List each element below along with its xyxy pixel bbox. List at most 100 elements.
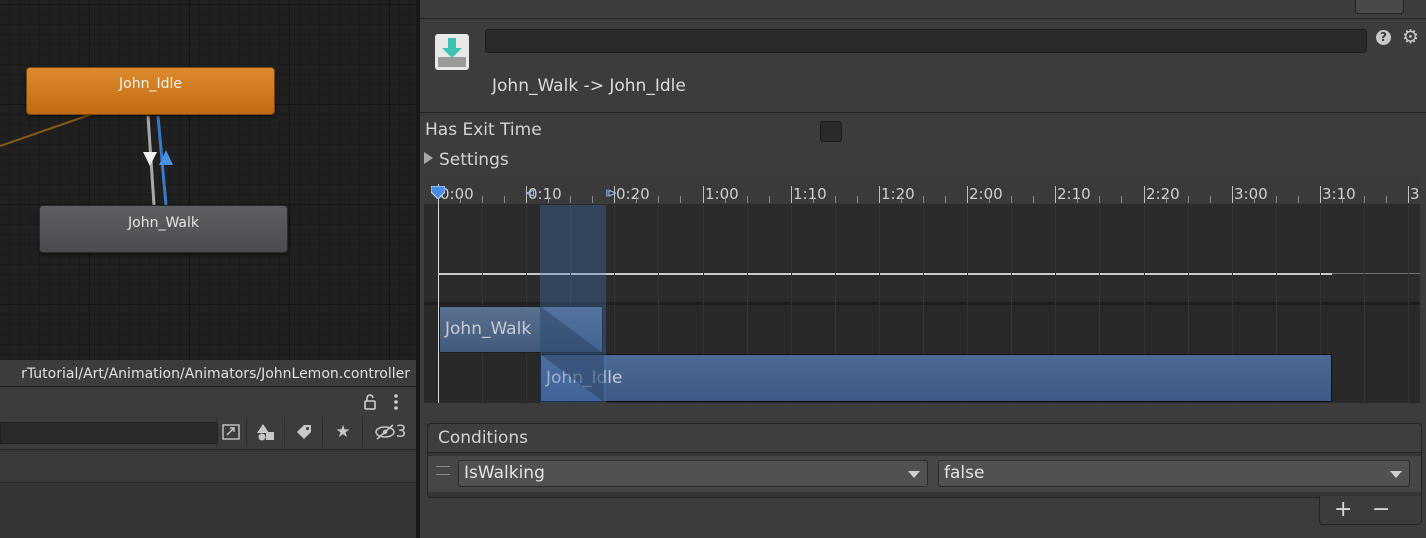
ruler-minor-tick bbox=[1342, 196, 1343, 203]
hierarchy-panel: ★ 3 bbox=[0, 387, 416, 538]
timeline-grid-line bbox=[526, 205, 527, 403]
chevron-down-icon bbox=[908, 471, 920, 478]
condition-parameter-dropdown[interactable]: IsWalking bbox=[458, 460, 928, 487]
transition-start-marker[interactable]: ⧏ bbox=[525, 186, 537, 200]
ruler-minor-tick bbox=[1298, 196, 1299, 203]
inspector-topbar bbox=[420, 0, 1426, 19]
divider bbox=[420, 112, 1426, 113]
ruler-tick-label: 1:20 bbox=[881, 185, 915, 203]
has-exit-time-label: Has Exit Time bbox=[425, 120, 542, 140]
ruler-minor-tick bbox=[1166, 196, 1167, 203]
condition-row[interactable]: IsWalking false bbox=[428, 456, 1421, 492]
ruler-minor-tick bbox=[1011, 196, 1012, 203]
ruler-major-tick bbox=[1232, 186, 1233, 203]
controller-path: rTutorial/Art/Animation/Animators/JohnLe… bbox=[0, 360, 416, 387]
transition-timeline[interactable]: John_Walk John_Idle 0:000:100:201:001:10… bbox=[424, 178, 1420, 403]
scene-link-icon[interactable] bbox=[216, 417, 245, 447]
ruler-minor-tick bbox=[923, 196, 924, 203]
inspector-top-button[interactable] bbox=[1355, 0, 1404, 14]
ruler-major-tick bbox=[1320, 186, 1321, 203]
transition-icon bbox=[435, 34, 469, 70]
gear-icon[interactable]: ⚙ bbox=[1402, 26, 1419, 48]
ruler-tick-label: 1:10 bbox=[793, 185, 827, 203]
ruler-minor-tick bbox=[725, 196, 726, 203]
condition-value-dropdown[interactable]: false bbox=[938, 460, 1410, 487]
transition-inspector: ? ⚙ John_Walk -> John_Idle Has Exit Time… bbox=[420, 0, 1426, 538]
clip-label: John_Walk bbox=[445, 319, 532, 339]
settings-foldout[interactable]: Settings bbox=[424, 150, 509, 170]
ruler-tick-label: 2:00 bbox=[969, 185, 1003, 203]
conditions-header: Conditions bbox=[428, 424, 1421, 453]
ruler-minor-tick bbox=[1099, 196, 1100, 203]
has-exit-time-checkbox[interactable] bbox=[820, 121, 842, 142]
ruler-major-tick bbox=[1055, 186, 1056, 203]
ruler-minor-tick bbox=[769, 196, 770, 203]
destination-clip-bar[interactable]: John_Idle bbox=[540, 354, 1332, 402]
ruler-minor-tick bbox=[504, 196, 505, 203]
ruler-minor-tick bbox=[570, 196, 571, 203]
dropdown-value: false bbox=[944, 463, 985, 483]
conditions-title: Conditions bbox=[438, 428, 528, 448]
ruler-tick-label: 0:00 bbox=[440, 185, 474, 203]
search-input[interactable] bbox=[0, 422, 218, 444]
ruler-tick-label: 1:00 bbox=[705, 185, 739, 203]
ruler-minor-tick bbox=[1121, 196, 1122, 203]
drag-handle-icon[interactable] bbox=[436, 466, 450, 475]
foldout-arrow-icon bbox=[424, 152, 433, 164]
panel-header bbox=[0, 387, 416, 417]
state-node-label: John_Walk bbox=[128, 215, 199, 231]
ruler-minor-tick bbox=[592, 196, 593, 203]
remove-condition-button[interactable]: − bbox=[1372, 497, 1390, 522]
ruler-minor-tick bbox=[1254, 196, 1255, 203]
chevron-down-icon bbox=[1390, 471, 1402, 478]
blend-curve-extension bbox=[1332, 273, 1420, 274]
ruler-tick-label: 0:20 bbox=[616, 185, 650, 203]
dropdown-value: IsWalking bbox=[464, 463, 545, 483]
ruler-major-tick bbox=[879, 186, 880, 203]
ruler-minor-tick bbox=[548, 196, 549, 203]
ruler-major-tick bbox=[1144, 186, 1145, 203]
transition-name-field[interactable] bbox=[485, 29, 1367, 53]
ruler-minor-tick bbox=[482, 196, 483, 203]
ruler-tick-label: 3: bbox=[1410, 185, 1420, 203]
transition-end-marker[interactable]: ⧐ bbox=[605, 186, 617, 200]
transition-arrows bbox=[0, 112, 173, 206]
playhead-line bbox=[438, 184, 439, 403]
star-icon[interactable]: ★ bbox=[322, 417, 363, 447]
timeline-ruler[interactable]: 0:00 0:10 0:20 1:00 1:10 1:20 2:00 2:10 2:20 3:00… bbox=[424, 178, 1420, 205]
ruler-major-tick bbox=[967, 186, 968, 203]
ruler-major-tick bbox=[1408, 186, 1409, 203]
shapes-icon[interactable] bbox=[246, 417, 285, 447]
transition-duration-zone[interactable] bbox=[540, 178, 606, 403]
tag-icon[interactable] bbox=[284, 417, 323, 447]
ruler-minor-tick bbox=[1188, 196, 1189, 203]
ruler-minor-tick bbox=[945, 196, 946, 203]
ruler-tick-label: 2:20 bbox=[1146, 185, 1180, 203]
state-node-idle[interactable]: John_Idle bbox=[26, 67, 275, 115]
kebab-menu-icon[interactable] bbox=[392, 393, 400, 411]
ruler-tick-label: 3:00 bbox=[1234, 185, 1268, 203]
playhead-handle[interactable] bbox=[431, 186, 445, 199]
ruler-minor-tick bbox=[901, 196, 902, 203]
transition-arrow-down[interactable] bbox=[143, 152, 157, 166]
hierarchy-row[interactable] bbox=[0, 450, 416, 483]
search-toolbar: ★ 3 bbox=[0, 417, 416, 450]
ruler-tick-label: 2:10 bbox=[1057, 185, 1091, 203]
ruler-minor-tick bbox=[747, 196, 748, 203]
help-icon[interactable]: ? bbox=[1376, 30, 1391, 45]
ruler-minor-tick bbox=[680, 196, 681, 203]
timeline-grid-line bbox=[1364, 205, 1365, 403]
ruler-tick-label: 3:10 bbox=[1322, 185, 1356, 203]
state-node-walk[interactable]: John_Walk bbox=[39, 205, 288, 253]
eye-hidden-icon[interactable]: 3 bbox=[362, 417, 417, 447]
settings-label: Settings bbox=[439, 150, 509, 170]
add-condition-button[interactable]: + bbox=[1334, 497, 1352, 522]
timeline-grid-line bbox=[1408, 205, 1409, 403]
transition-title: John_Walk -> John_Idle bbox=[492, 76, 686, 96]
ruler-minor-tick bbox=[989, 196, 990, 203]
ruler-minor-tick bbox=[636, 196, 637, 203]
conditions-footer: + − bbox=[1319, 496, 1422, 525]
ruler-minor-tick bbox=[1276, 196, 1277, 203]
animator-graph[interactable]: John_Idle John_Walk bbox=[0, 0, 416, 360]
lock-icon[interactable] bbox=[364, 394, 376, 410]
